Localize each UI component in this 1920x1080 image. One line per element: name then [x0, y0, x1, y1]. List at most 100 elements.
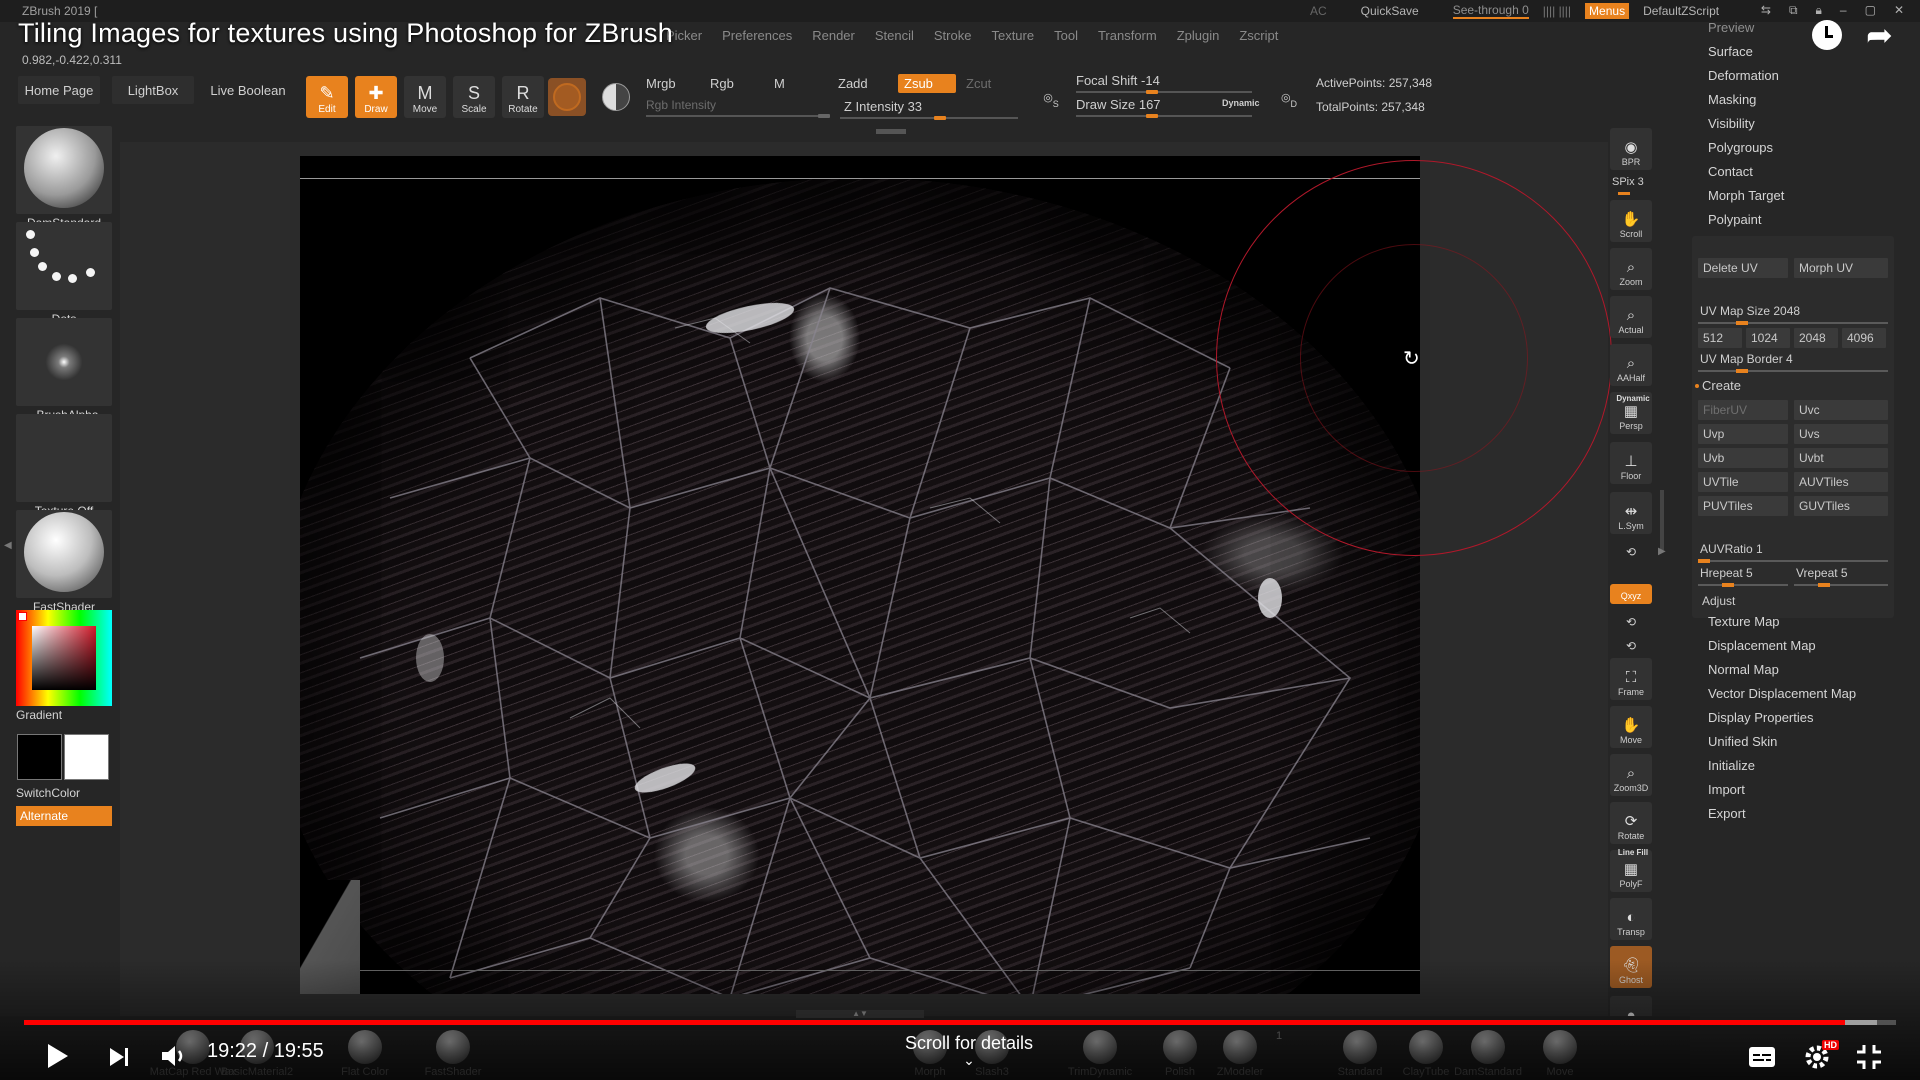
- material-button[interactable]: [548, 78, 586, 116]
- rtool-lsym-button[interactable]: ⇹ L.Sym: [1610, 492, 1652, 534]
- rtool-bpr-button[interactable]: ◉ BPR: [1610, 128, 1652, 170]
- rtool-actual-button[interactable]: ⌕ Actual: [1610, 296, 1652, 338]
- live-boolean-tab[interactable]: Live Boolean: [206, 76, 290, 104]
- lock-icon[interactable]: 🔒︎: [1816, 3, 1822, 18]
- mrgb-toggle[interactable]: Mrgb: [646, 76, 676, 91]
- share-icon[interactable]: ➦: [1866, 16, 1893, 54]
- color-sphere-button[interactable]: [597, 78, 635, 116]
- canvas-scroll-handle[interactable]: [876, 129, 906, 134]
- primary-color-swatch[interactable]: [17, 734, 62, 780]
- create-subgroup[interactable]: Create: [1702, 378, 1741, 393]
- default-zscript[interactable]: DefaultZScript: [1643, 4, 1719, 18]
- adjust-subgroup[interactable]: Adjust: [1702, 594, 1735, 608]
- tool-rotate-button[interactable]: R Rotate: [502, 76, 544, 118]
- subtitles-button[interactable]: [1746, 1042, 1778, 1072]
- uv-fiberuv-button[interactable]: FiberUV: [1698, 400, 1788, 420]
- home-page-tab[interactable]: Home Page: [18, 76, 100, 104]
- rgb-toggle[interactable]: Rgb: [710, 76, 734, 91]
- palette-displacement-map[interactable]: Displacement Map: [1708, 638, 1816, 653]
- palette-import[interactable]: Import: [1708, 782, 1745, 797]
- lazy-mouse-d-button[interactable]: ◎ D: [1270, 78, 1308, 116]
- menu-texture[interactable]: Texture: [991, 28, 1034, 43]
- uv-map-border-slider[interactable]: UV Map Border 4: [1700, 352, 1793, 366]
- close-icon[interactable]: ✕: [1894, 3, 1904, 18]
- delete-uv-button[interactable]: Delete UV: [1698, 258, 1788, 278]
- menu-preferences[interactable]: Preferences: [722, 28, 792, 43]
- auv-ratio-slider[interactable]: AUVRatio 1: [1700, 542, 1763, 556]
- right-panel-collapse-icon[interactable]: ▶: [1658, 546, 1666, 557]
- scroll-for-details[interactable]: Scroll for details ⌄: [894, 1033, 1044, 1067]
- rtool-move-button[interactable]: ✋ Move: [1610, 706, 1652, 748]
- material-selector[interactable]: FastShader: [16, 510, 112, 614]
- tool-move-button[interactable]: M Move: [404, 76, 446, 118]
- zcut-toggle[interactable]: Zcut: [966, 76, 991, 91]
- rtool-zoom-button[interactable]: ⌕ Zoom: [1610, 248, 1652, 290]
- ac-label[interactable]: AC: [1310, 4, 1327, 18]
- volume-button[interactable]: [154, 1036, 194, 1076]
- m-toggle[interactable]: M: [774, 76, 785, 91]
- texture-selector[interactable]: Texture Off: [16, 414, 112, 518]
- palette-export[interactable]: Export: [1708, 806, 1746, 821]
- palette-texture-map[interactable]: Texture Map: [1708, 614, 1780, 629]
- rtool-transp-button[interactable]: ◐ Transp: [1610, 898, 1652, 940]
- tool-edit-button[interactable]: ✎ Edit: [306, 76, 348, 118]
- menu-zplugin[interactable]: Zplugin: [1177, 28, 1220, 43]
- focal-shift-slider[interactable]: Focal Shift -14: [1076, 73, 1160, 88]
- vrepeat-slider[interactable]: Vrepeat 5: [1796, 566, 1848, 580]
- palette-contact[interactable]: Contact: [1708, 164, 1753, 179]
- uv-size-4096-button[interactable]: 4096: [1842, 328, 1886, 348]
- rtool-extra-8-button[interactable]: ⟲: [1610, 540, 1652, 562]
- next-button[interactable]: [102, 1040, 136, 1074]
- tool-draw-button[interactable]: ✚ Draw: [355, 76, 397, 118]
- zadd-toggle[interactable]: Zadd: [838, 76, 868, 91]
- uv-uvc-button[interactable]: Uvc: [1794, 400, 1888, 420]
- menu-transform[interactable]: Transform: [1098, 28, 1157, 43]
- brush-selector[interactable]: DamStandard: [16, 126, 112, 230]
- rtool-extra-10-button[interactable]: ⟲: [1610, 610, 1652, 632]
- uv-uvtile-button[interactable]: UVTile: [1698, 472, 1788, 492]
- uv-uvb-button[interactable]: Uvb: [1698, 448, 1788, 468]
- layout-icon[interactable]: ⇆: [1761, 3, 1771, 18]
- hrepeat-slider[interactable]: Hrepeat 5: [1700, 566, 1753, 580]
- uv-uvs-button[interactable]: Uvs: [1794, 424, 1888, 444]
- palette-surface[interactable]: Surface: [1708, 44, 1753, 59]
- tool-scale-button[interactable]: S Scale: [453, 76, 495, 118]
- menu-zscript[interactable]: Zscript: [1239, 28, 1278, 43]
- rtool-aahalf-button[interactable]: ⌕ AAHalf: [1610, 344, 1652, 386]
- play-button[interactable]: [40, 1038, 76, 1074]
- minimize-icon[interactable]: –: [1840, 3, 1847, 18]
- menu-stroke[interactable]: Stroke: [934, 28, 972, 43]
- uv-uvp-button[interactable]: Uvp: [1698, 424, 1788, 444]
- palette-polypaint[interactable]: Polypaint: [1708, 212, 1761, 227]
- lightbox-tab[interactable]: LightBox: [112, 76, 194, 104]
- palette-morph-target[interactable]: Morph Target: [1708, 188, 1784, 203]
- rtool-zoom3d-button[interactable]: ⌕ Zoom3D: [1610, 754, 1652, 796]
- rtool-frame-button[interactable]: ⛶ Frame: [1610, 658, 1652, 700]
- morph-uv-button[interactable]: Morph UV: [1794, 258, 1888, 278]
- spix-slider[interactable]: SPix 3: [1612, 176, 1644, 188]
- uv-size-1024-button[interactable]: 1024: [1746, 328, 1790, 348]
- rgb-intensity-slider[interactable]: Rgb Intensity: [646, 98, 716, 112]
- uv-auvtiles-button[interactable]: AUVTiles: [1794, 472, 1888, 492]
- menu-tool[interactable]: Tool: [1054, 28, 1078, 43]
- rtool-extra-11-button[interactable]: ⟲: [1610, 634, 1652, 656]
- alpha-selector[interactable]: ~BrushAlpha: [16, 318, 112, 422]
- rtool-scroll-button[interactable]: ✋ Scroll: [1610, 200, 1652, 242]
- draw-size-slider[interactable]: Draw Size 167: [1076, 97, 1161, 112]
- exit-fullscreen-button[interactable]: [1852, 1040, 1886, 1074]
- palette-masking[interactable]: Masking: [1708, 92, 1756, 107]
- uv-size-2048-button[interactable]: 2048: [1794, 328, 1838, 348]
- palette-display-properties[interactable]: Display Properties: [1708, 710, 1814, 725]
- rtool-qxyz-button[interactable]: Qxyz: [1610, 584, 1652, 604]
- color-picker[interactable]: Gradient: [16, 610, 112, 722]
- secondary-color-swatch[interactable]: [64, 734, 109, 780]
- z-intensity-slider[interactable]: Z Intensity 33: [844, 99, 922, 114]
- dynamic-toggle[interactable]: Dynamic: [1222, 98, 1260, 108]
- palette-visibility[interactable]: Visibility: [1708, 116, 1755, 131]
- stroke-selector[interactable]: Dots: [16, 222, 112, 326]
- quicksave-button[interactable]: QuickSave: [1361, 4, 1419, 18]
- menus-button[interactable]: Menus: [1585, 3, 1630, 19]
- menu-stencil[interactable]: Stencil: [875, 28, 914, 43]
- uv-uvbt-button[interactable]: Uvbt: [1794, 448, 1888, 468]
- zsub-toggle[interactable]: Zsub: [898, 74, 956, 93]
